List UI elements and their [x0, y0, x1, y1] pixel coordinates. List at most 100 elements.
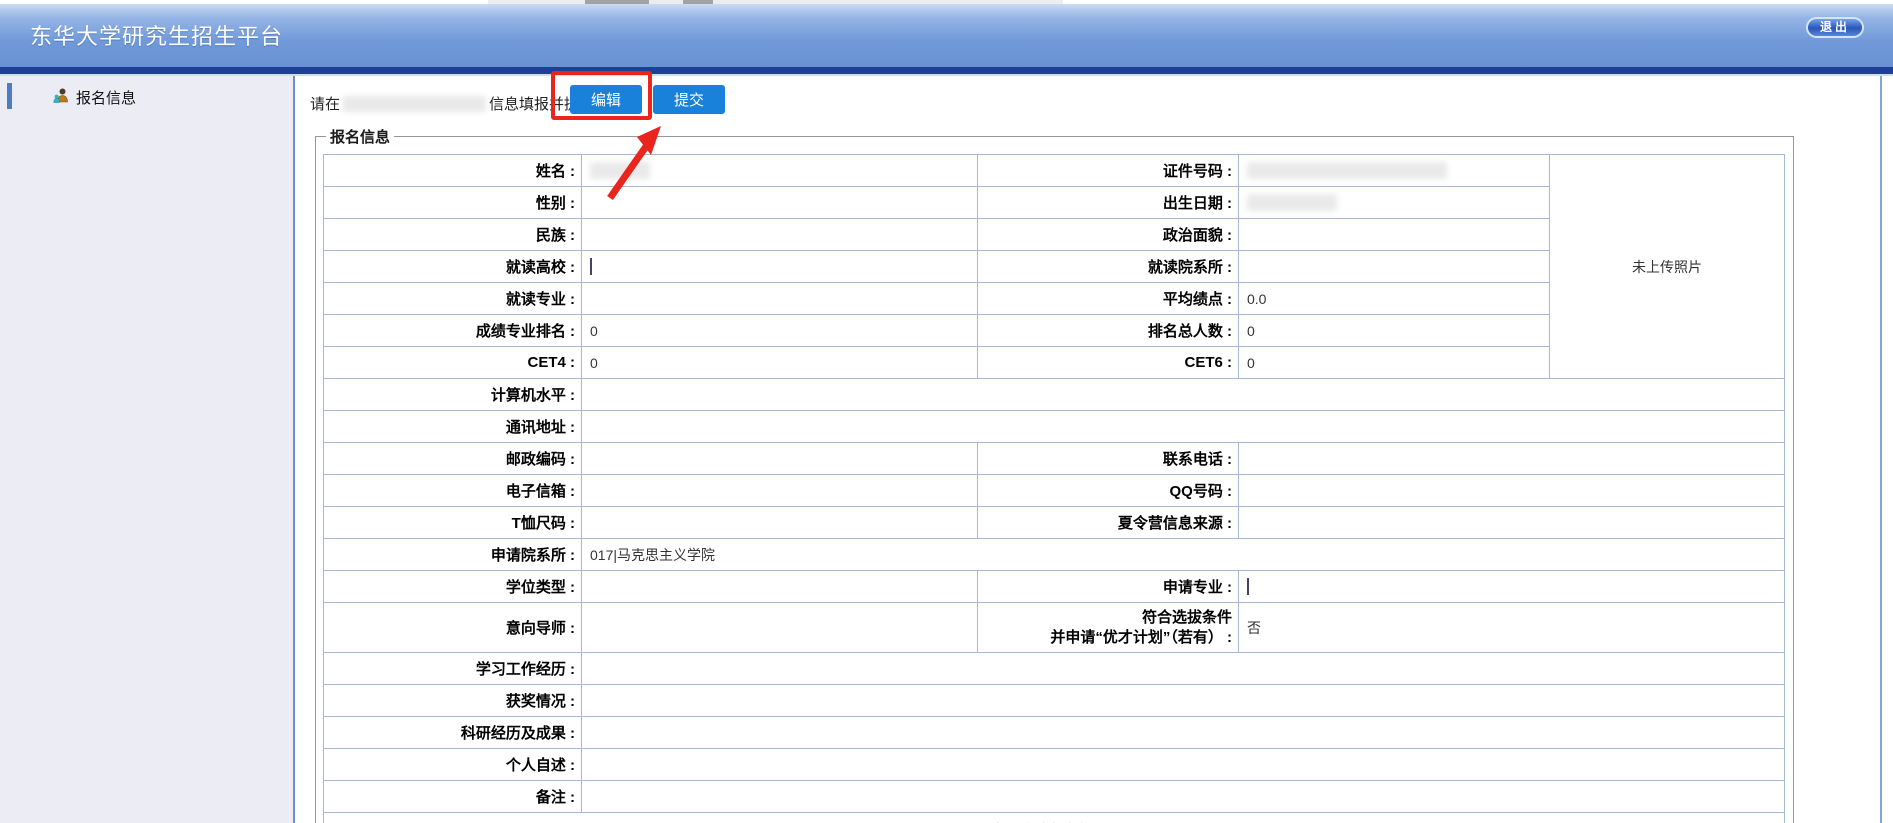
content-right-border [1880, 76, 1882, 823]
field-label: 就读专业 : [324, 283, 582, 315]
field-label: T恤尺码 : [324, 507, 582, 539]
submit-button[interactable]: 提交 [653, 85, 725, 114]
field-label: 证件号码 : [978, 155, 1239, 187]
edit-button[interactable]: 编辑 [570, 85, 642, 114]
sidebar: 报名信息 [0, 76, 295, 823]
field-label: 科研经历及成果 : [324, 717, 582, 749]
field-value [1239, 187, 1550, 219]
field-value [1239, 219, 1550, 251]
redacted-blur [343, 96, 486, 112]
field-label: 成绩专业排名 : [324, 315, 582, 347]
text-cursor [1247, 578, 1249, 595]
field-value [582, 571, 978, 603]
field-label: 意向导师 : [324, 603, 582, 653]
field-label: 学习工作经历 : [324, 653, 582, 685]
field-value [1239, 155, 1550, 187]
sidebar-item-application-info[interactable]: 报名信息 [0, 83, 295, 109]
field-label: CET6 : [978, 347, 1239, 379]
field-value: 0 [582, 315, 978, 347]
app-header: 东华大学研究生招生平台 退出 [0, 4, 1893, 67]
field-label: 获奖情况 : [324, 685, 582, 717]
instruction-text: 请在信息填报并提交。 [310, 93, 609, 111]
field-value [582, 653, 1785, 685]
photo-placeholder: 未上传照片 [1550, 155, 1785, 379]
header-divider [0, 67, 1893, 74]
field-value [582, 187, 978, 219]
field-label: QQ号码 : [978, 475, 1239, 507]
table-row: 姓名 :证件号码 :未上传照片 [324, 155, 1785, 187]
field-value [582, 411, 1785, 443]
field-value [582, 781, 1785, 813]
sidebar-item-accent [7, 83, 12, 109]
field-label: 排名总人数 : [978, 315, 1239, 347]
table-row: 未上传过申请文件。 [324, 813, 1785, 823]
fieldset-legend: 报名信息 [326, 126, 394, 147]
redacted-blur [1247, 194, 1337, 211]
table-row: 计算机水平 : [324, 379, 1785, 411]
field-value: 0 [582, 347, 978, 379]
field-value [582, 749, 1785, 781]
field-label: CET4 : [324, 347, 582, 379]
instruction-prefix: 请在 [310, 96, 340, 113]
field-value: 0.0 [1239, 283, 1550, 315]
field-value [582, 219, 978, 251]
table-row: 学位类型 : 申请专业 : [324, 571, 1785, 603]
logout-button[interactable]: 退出 [1806, 17, 1864, 38]
field-value[interactable] [1239, 571, 1785, 603]
field-label: 联系电话 : [978, 443, 1239, 475]
field-value [1239, 443, 1785, 475]
table-row: T恤尺码 :夏令营信息来源 : [324, 507, 1785, 539]
application-info-table: 姓名 :证件号码 :未上传照片性别 :出生日期 :民族 :政治面貌 :就读高校 … [323, 154, 1785, 823]
table-row: 邮政编码 : 联系电话 : [324, 443, 1785, 475]
files-note-cell: 未上传过申请文件。 [324, 813, 1785, 823]
field-value [582, 685, 1785, 717]
text-cursor [590, 258, 592, 275]
table-row: 申请院系所 :017|马克思主义学院 [324, 539, 1785, 571]
field-label: 计算机水平 : [324, 379, 582, 411]
field-value [582, 283, 978, 315]
table-row: 个人自述 : [324, 749, 1785, 781]
table-row: 电子信箱 : QQ号码 : [324, 475, 1785, 507]
application-info-fieldset: 报名信息 姓名 :证件号码 :未上传照片性别 :出生日期 :民族 :政治面貌 :… [315, 126, 1794, 823]
field-label: 政治面貌 : [978, 219, 1239, 251]
field-label: 就读高校 : [324, 251, 582, 283]
field-value [582, 443, 978, 475]
field-value [582, 155, 978, 187]
field-label: 邮政编码 : [324, 443, 582, 475]
field-value [1239, 251, 1550, 283]
field-value: 017|马克思主义学院 [582, 539, 1785, 571]
user-icon [52, 87, 70, 105]
field-value: 0 [1239, 315, 1550, 347]
field-label: 申请院系所 : [324, 539, 582, 571]
field-label: 通讯地址 : [324, 411, 582, 443]
table-row: 科研经历及成果 : [324, 717, 1785, 749]
field-label: 性别 : [324, 187, 582, 219]
field-label: 申请专业 : [978, 571, 1239, 603]
sidebar-item-label: 报名信息 [76, 87, 136, 108]
table-row: 备注 : [324, 781, 1785, 813]
table-row: 获奖情况 : [324, 685, 1785, 717]
main-content: 请在信息填报并提交。 编辑 提交 报名信息 姓名 : 证件号码 : 未上传照片 性别 … [297, 76, 1893, 823]
field-label: 学位类型 : [324, 571, 582, 603]
field-value [582, 717, 1785, 749]
field-label: 电子信箱 : [324, 475, 582, 507]
field-value [582, 379, 1785, 411]
app-body: 报名信息 请在信息填报并提交。 编辑 提交 报名信息 姓名 [0, 76, 1893, 823]
field-value[interactable] [582, 251, 978, 283]
field-label: 个人自述 : [324, 749, 582, 781]
field-label: 备注 : [324, 781, 582, 813]
field-label: 平均绩点 : [978, 283, 1239, 315]
app-window: 东华大学研究生招生平台 退出 报名信息 [0, 0, 1893, 823]
field-label: 符合选拔条件并申请“优才计划”（若有） : [978, 603, 1239, 653]
table-row: 意向导师 :符合选拔条件并申请“优才计划”（若有） :否 [324, 603, 1785, 653]
redacted-blur [590, 162, 650, 179]
field-label: 姓名 : [324, 155, 582, 187]
field-value: 0 [1239, 347, 1550, 379]
page-title: 东华大学研究生招生平台 [30, 19, 283, 51]
field-value [1239, 507, 1785, 539]
table-row: 学习工作经历 : [324, 653, 1785, 685]
table-row: 通讯地址 : [324, 411, 1785, 443]
field-value [582, 603, 978, 653]
field-value [582, 507, 978, 539]
field-label: 民族 : [324, 219, 582, 251]
